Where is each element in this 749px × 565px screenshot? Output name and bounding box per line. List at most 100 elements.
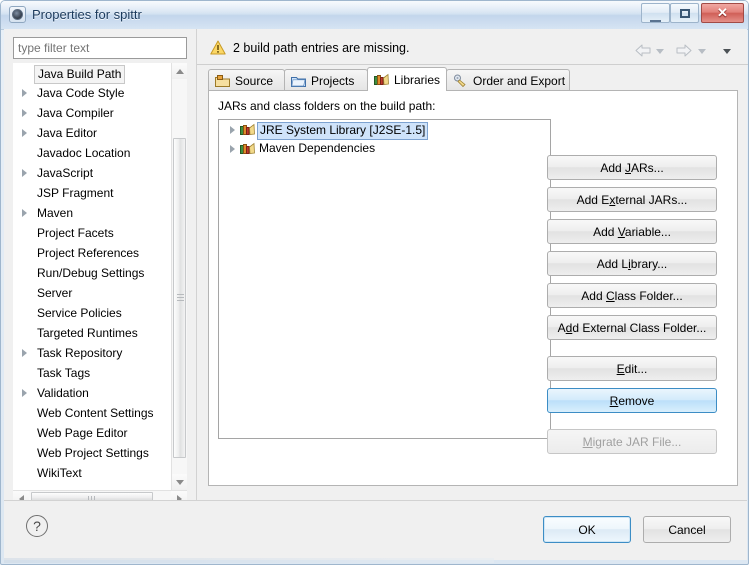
- button-label: Add External Class Folder...: [557, 320, 707, 335]
- library-entry-row[interactable]: Maven Dependencies: [219, 139, 550, 158]
- sidebar-item-label: Run/Debug Settings: [37, 266, 145, 280]
- sidebar-item-javadoc-location[interactable]: Javadoc Location: [13, 143, 171, 163]
- sidebar-item-java-compiler[interactable]: Java Compiler: [13, 103, 171, 123]
- sidebar-item-label: Java Code Style: [37, 86, 125, 100]
- sidebar-item-label: Service Policies: [37, 306, 122, 320]
- sidebar-item-validation[interactable]: Validation: [13, 383, 171, 403]
- tab-libraries[interactable]: Libraries: [367, 67, 447, 91]
- expand-chevron-right-icon[interactable]: [22, 389, 27, 397]
- message-bar: 2 build path entries are missing.: [197, 35, 748, 65]
- sidebar-item-project-facets[interactable]: Project Facets: [13, 223, 171, 243]
- sidebar-item-web-project-settings[interactable]: Web Project Settings: [13, 443, 171, 463]
- window-title: Properties for spittr: [32, 7, 142, 22]
- more-chevron-down-icon[interactable]: [723, 49, 731, 54]
- sidebar-item-wikitext[interactable]: WikiText: [13, 463, 171, 483]
- expand-chevron-right-icon[interactable]: [22, 89, 27, 97]
- settings-page-pane: 2 build path entries are missing. Source…: [196, 29, 748, 500]
- sidebar-item-javascript[interactable]: JavaScript: [13, 163, 171, 183]
- minimize-icon[interactable]: [641, 3, 670, 23]
- button-label: Remove: [609, 393, 655, 408]
- sidebar-item-service-policies[interactable]: Service Policies: [13, 303, 171, 323]
- sidebar-item-label: Java Compiler: [37, 106, 114, 120]
- settings-tree-panel: Java Build Path Java Code Style Java Compi…: [13, 63, 187, 506]
- button-add-jars[interactable]: Add JARs...: [547, 155, 717, 180]
- ok-label: OK: [578, 522, 596, 537]
- library-entry-label: JRE System Library [J2SE-1.5]: [257, 122, 429, 140]
- sidebar-item-label: Project Facets: [37, 226, 114, 240]
- sidebar-item-project-references[interactable]: Project References: [13, 243, 171, 263]
- expand-chevron-right-icon[interactable]: [22, 109, 27, 117]
- scroll-up-icon[interactable]: [172, 63, 187, 79]
- sidebar-item-jsp-fragment[interactable]: JSP Fragment: [13, 183, 171, 203]
- cancel-button[interactable]: Cancel: [643, 516, 731, 543]
- sidebar-item-label: Web Project Settings: [37, 446, 149, 460]
- sidebar-item-java-editor[interactable]: Java Editor: [13, 123, 171, 143]
- button-add-library[interactable]: Add Library...: [547, 251, 717, 276]
- back-arrow-icon[interactable]: [635, 44, 651, 57]
- filter-input[interactable]: [13, 37, 187, 59]
- library-books-icon: [240, 123, 255, 135]
- button-remove[interactable]: Remove: [547, 388, 717, 413]
- sidebar-item-web-content-settings[interactable]: Web Content Settings: [13, 403, 171, 423]
- expand-chevron-right-icon[interactable]: [22, 349, 27, 357]
- expand-chevron-right-icon[interactable]: [230, 126, 235, 134]
- button-label: Edit...: [616, 361, 648, 376]
- sidebar-item-targeted-runtimes[interactable]: Targeted Runtimes: [13, 323, 171, 343]
- tab-label: Projects: [311, 73, 355, 88]
- libraries-tree[interactable]: JRE System Library [J2SE-1.5] Maven Depen…: [218, 119, 551, 439]
- sidebar-item-maven[interactable]: Maven: [13, 203, 171, 223]
- button-add-external-jars[interactable]: Add External JARs...: [547, 187, 717, 212]
- tab-label: Libraries: [394, 72, 441, 87]
- title-bar: Properties for spittr ✕: [1, 1, 748, 30]
- sidebar-item-label: Javadoc Location: [37, 146, 131, 160]
- sidebar-item-label: Java Build Path: [34, 65, 126, 84]
- tree-vertical-scrollbar[interactable]: [171, 63, 187, 490]
- sidebar-item-label: Maven: [37, 206, 74, 220]
- warning-icon: [210, 40, 226, 55]
- sidebar-item-task-repository[interactable]: Task Repository: [13, 343, 171, 363]
- sidebar-item-run-debug-settings[interactable]: Run/Debug Settings: [13, 263, 171, 283]
- tree-scroll-thumb[interactable]: [173, 138, 186, 458]
- forward-arrow-icon[interactable]: [676, 44, 692, 57]
- expand-chevron-right-icon[interactable]: [22, 169, 27, 177]
- button-label: Add JARs...: [600, 160, 664, 175]
- button-add-class-folder[interactable]: Add Class Folder...: [547, 283, 717, 308]
- active-tab-mask: [368, 90, 446, 92]
- forward-menu-chevron-down-icon[interactable]: [698, 49, 706, 54]
- ok-button[interactable]: OK: [543, 516, 631, 543]
- sidebar-item-label: Web Page Editor: [37, 426, 128, 440]
- back-menu-chevron-down-icon[interactable]: [656, 49, 664, 54]
- tab-order-and-export[interactable]: Order and Export: [446, 69, 570, 91]
- button-add-variable[interactable]: Add Variable...: [547, 219, 717, 244]
- library-entry-row[interactable]: JRE System Library [J2SE-1.5]: [219, 120, 550, 140]
- help-question-icon[interactable]: ?: [26, 515, 48, 537]
- sidebar-item-java-build-path[interactable]: Java Build Path: [13, 63, 171, 84]
- sidebar-item-server[interactable]: Server: [13, 283, 171, 303]
- sidebar-item-java-code-style[interactable]: Java Code Style: [13, 83, 171, 103]
- scroll-down-icon[interactable]: [172, 474, 187, 490]
- settings-tree[interactable]: Java Build Path Java Code Style Java Compi…: [13, 63, 171, 490]
- sidebar-item-label: WikiText: [37, 466, 82, 480]
- navigation-controls: [635, 41, 740, 61]
- sidebar-item-label: Task Tags: [37, 366, 91, 380]
- button-edit[interactable]: Edit...: [547, 356, 717, 381]
- restore-icon[interactable]: [670, 3, 699, 23]
- dialog-footer: ? OK Cancel: [4, 500, 747, 560]
- sidebar-item-label: JSP Fragment: [37, 186, 114, 200]
- tab-source[interactable]: Source: [208, 69, 285, 91]
- close-glyph: ✕: [717, 5, 728, 20]
- button-add-external-class-folder[interactable]: Add External Class Folder...: [547, 315, 717, 340]
- sidebar-item-task-tags[interactable]: Task Tags: [13, 363, 171, 383]
- help-glyph: ?: [33, 518, 41, 534]
- source-folder-icon: [215, 74, 230, 87]
- close-icon[interactable]: ✕: [701, 3, 744, 23]
- tab-projects[interactable]: Projects: [284, 69, 368, 91]
- dialog-body: Java Build Path Java Code Style Java Compi…: [4, 29, 748, 506]
- sidebar-item-web-page-editor[interactable]: Web Page Editor: [13, 423, 171, 443]
- button-label: Add Class Folder...: [581, 288, 683, 303]
- expand-chevron-right-icon[interactable]: [22, 129, 27, 137]
- library-entry-label: Maven Dependencies: [259, 141, 376, 155]
- expand-chevron-right-icon[interactable]: [230, 145, 235, 153]
- status-strip: [4, 558, 494, 563]
- expand-chevron-right-icon[interactable]: [22, 209, 27, 217]
